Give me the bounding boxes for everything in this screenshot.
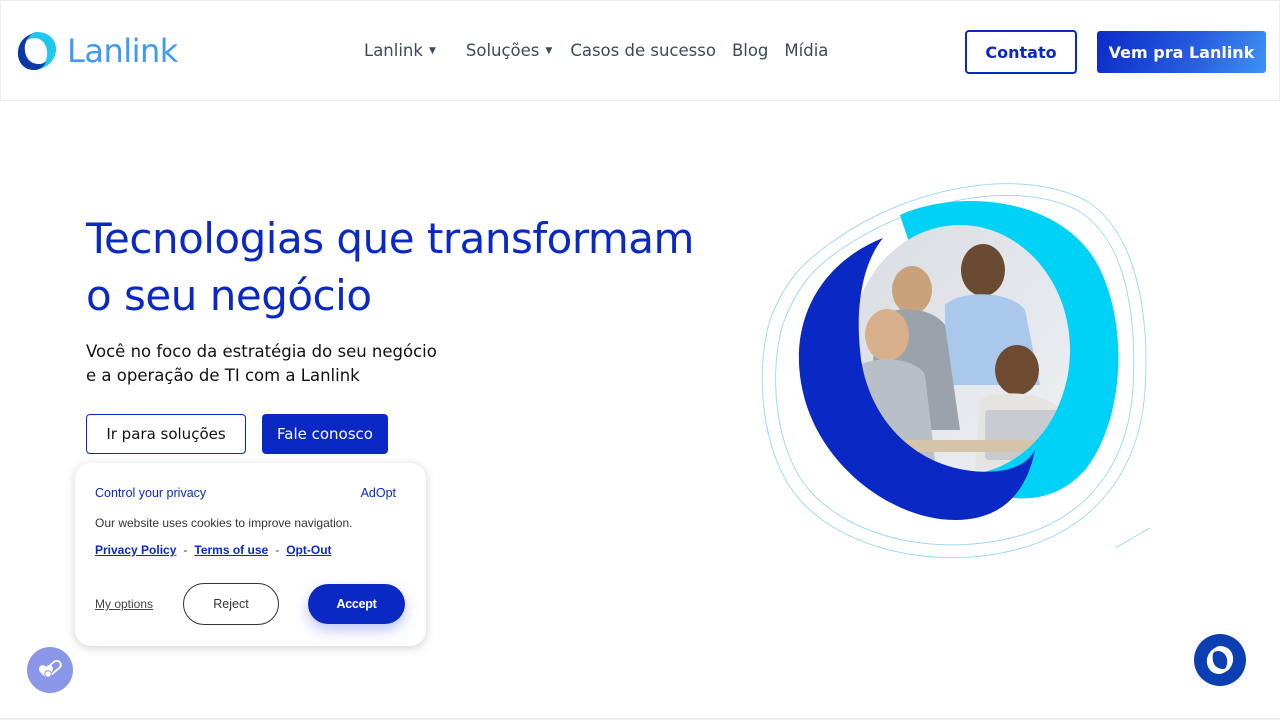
logo[interactable]: Lanlink [15, 29, 178, 73]
cookie-text: Our website uses cookies to improve navi… [95, 516, 353, 530]
main-nav: Lanlink ▼ Soluções ▼ Casos de sucesso Bl… [364, 41, 828, 60]
hero-subtitle-line2: e a operação de TI com a Lanlink [86, 366, 360, 385]
contact-button[interactable]: Contato [965, 30, 1077, 74]
link-separator: - [275, 543, 280, 557]
nav-item-blog[interactable]: Blog [732, 41, 768, 60]
hero-title-line1: Tecnologias que transformam [86, 214, 694, 263]
hero-subtitle-line1: Você no foco da estratégia do seu negóci… [86, 342, 437, 361]
privacy-policy-link[interactable]: Privacy Policy [95, 543, 176, 557]
reject-cookies-button[interactable]: Reject [183, 583, 279, 625]
nav-item-label: Lanlink [364, 41, 423, 60]
cookie-brand-link[interactable]: AdOpt [361, 486, 396, 500]
my-options-link[interactable]: My options [95, 597, 153, 611]
nav-item-label: Soluções [465, 41, 540, 60]
accept-cookies-button[interactable]: Accept [308, 584, 405, 624]
lanlink-chat-icon [1206, 646, 1234, 674]
hero-title-line2: o seu negócio [86, 271, 372, 320]
nav-item-label: Casos de sucesso [570, 41, 716, 60]
logo-text: Lanlink [67, 32, 178, 70]
link-separator: - [183, 543, 188, 557]
cookie-links: Privacy Policy - Terms of use - Opt-Out [95, 543, 332, 557]
lanlink-logo-icon [17, 32, 57, 70]
cookie-title: Control your privacy [95, 486, 207, 500]
talk-to-us-button[interactable]: Fale conosco [262, 414, 388, 454]
nav-item-lanlink[interactable]: Lanlink ▼ [364, 41, 436, 60]
caret-down-icon: ▼ [545, 45, 553, 56]
nav-item-solucoes[interactable]: Soluções ▼ [466, 41, 552, 60]
hero-illustration [761, 183, 1151, 559]
caret-down-icon: ▼ [428, 45, 436, 56]
terms-of-use-link[interactable]: Terms of use [194, 543, 268, 557]
privacy-toggle-icon [39, 659, 62, 678]
solutions-button[interactable]: Ir para soluções [86, 414, 246, 454]
cookie-consent-banner: Control your privacy AdOpt Our website u… [75, 463, 426, 646]
nav-item-casos[interactable]: Casos de sucesso [570, 41, 716, 60]
privacy-settings-button[interactable] [27, 647, 73, 693]
hero-title: Tecnologias que transformam o seu negóci… [86, 210, 726, 324]
join-lanlink-button[interactable]: Vem pra Lanlink [1097, 31, 1266, 73]
site-header: Lanlink Lanlink ▼ Soluções ▼ Casos de su… [0, 0, 1280, 101]
nav-item-label: Mídia [784, 41, 829, 60]
opt-out-link[interactable]: Opt-Out [286, 543, 331, 557]
nav-item-label: Blog [731, 41, 769, 60]
hero-subtitle: Você no foco da estratégia do seu negóci… [86, 340, 486, 388]
chat-button[interactable] [1194, 634, 1246, 686]
nav-item-midia[interactable]: Mídia [784, 41, 828, 60]
